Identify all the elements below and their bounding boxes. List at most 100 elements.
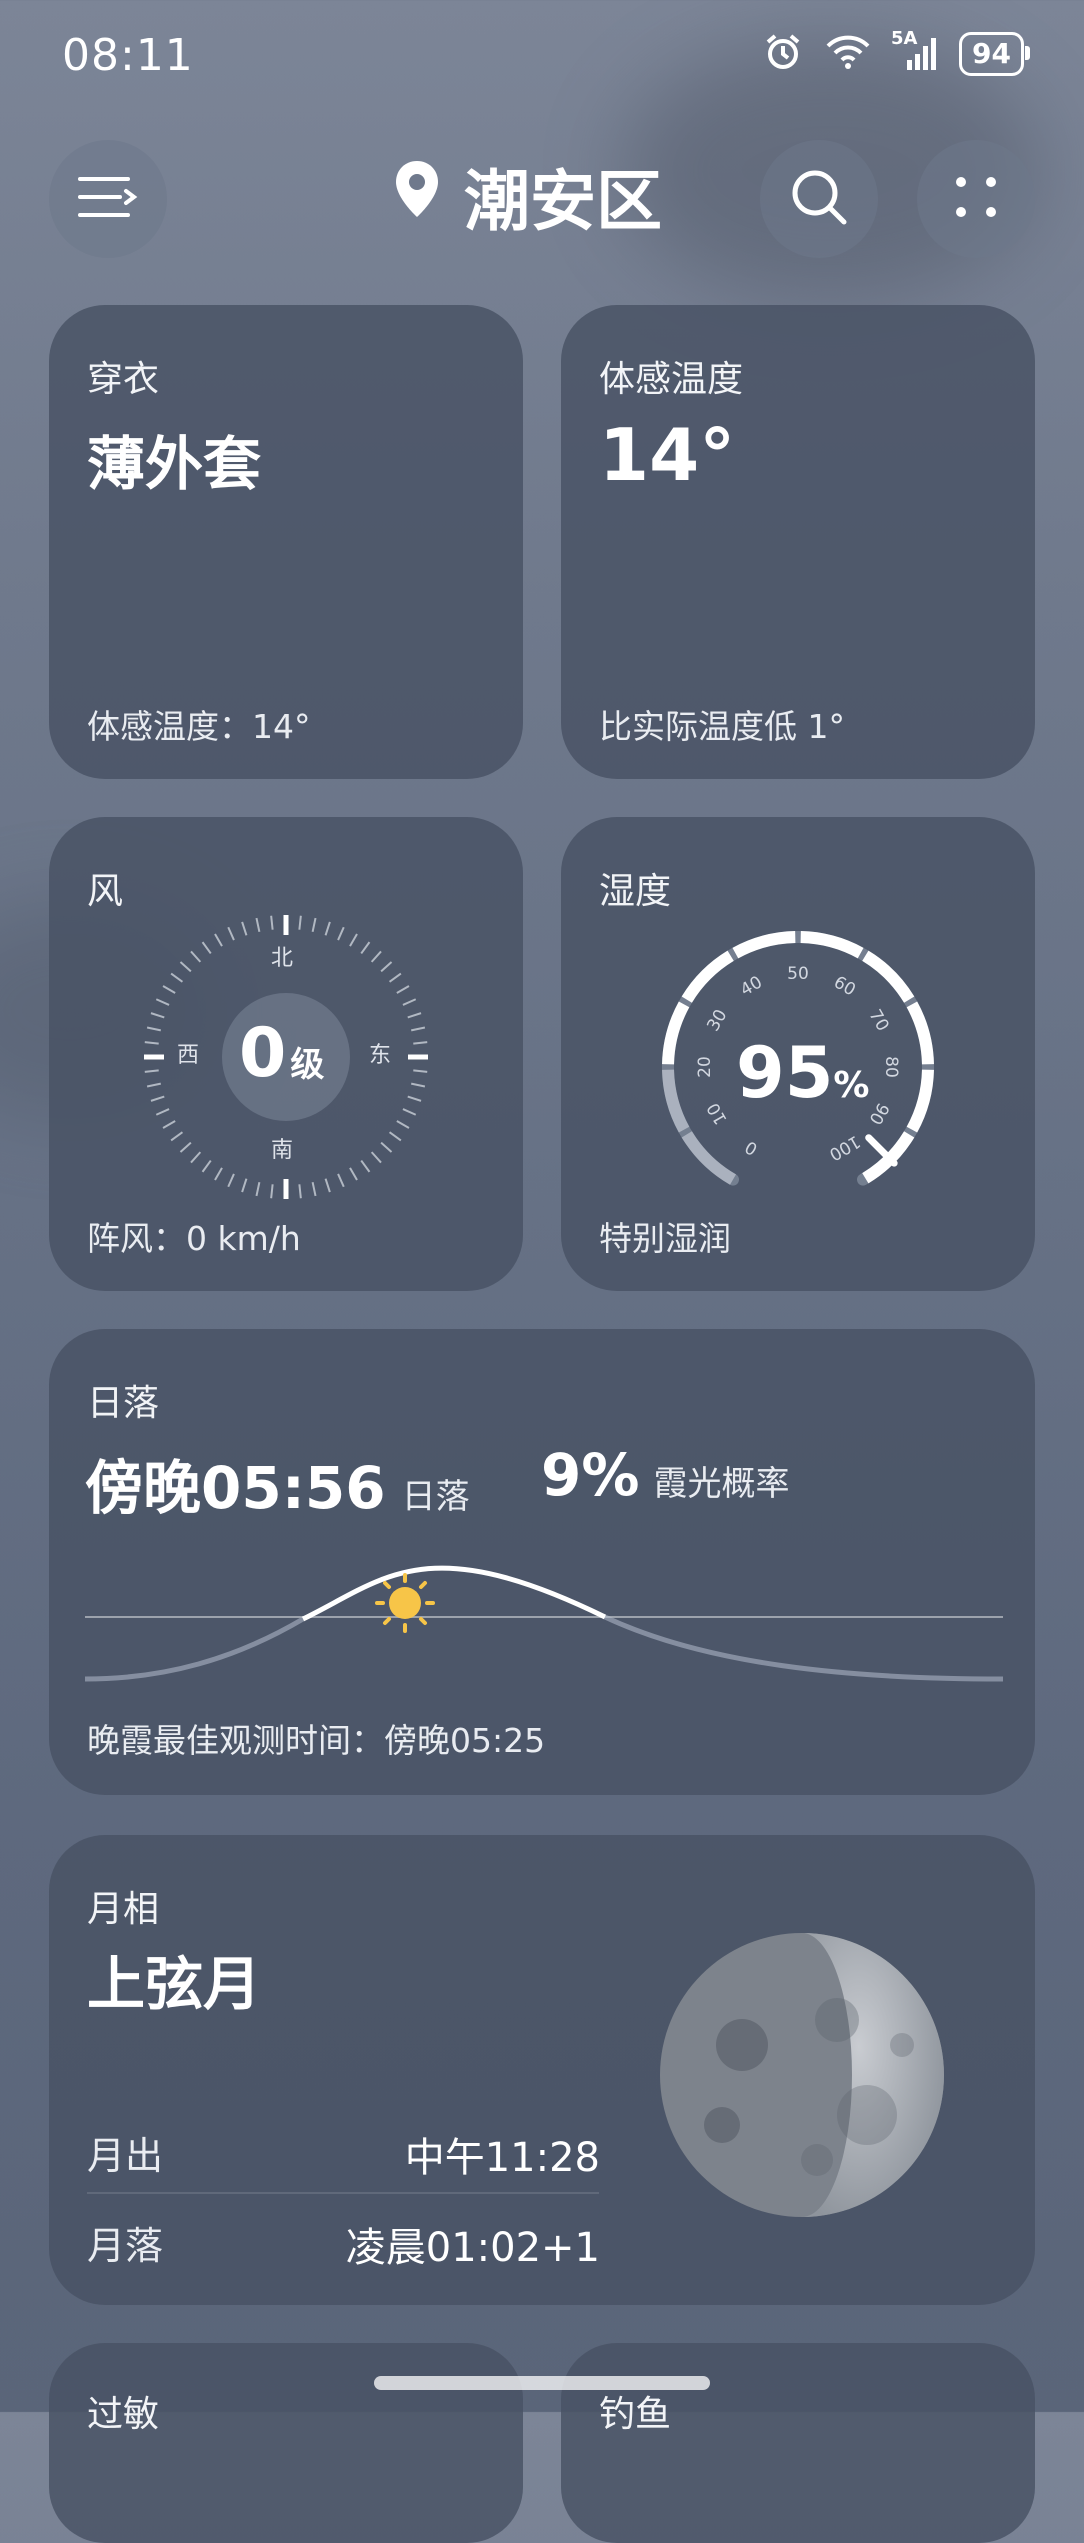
clothing-sub: 体感温度：14° (87, 700, 311, 748)
location-pin-icon (392, 158, 442, 235)
humidity-segment (662, 1069, 690, 1133)
humidity-segment (862, 950, 915, 1003)
sun-path-day (301, 1565, 607, 1622)
humidity-tick-label: 80 (881, 1056, 901, 1078)
sun-path-chart (85, 1565, 1004, 1682)
compass-tick (413, 1069, 428, 1073)
glow-probability: 9% (541, 1441, 640, 1509)
compass-tick (396, 985, 410, 994)
moonrise-time: 中午11:28 (404, 2135, 600, 2181)
humidity-tick-label: 20 (695, 1056, 715, 1078)
wind-level-value: 0 (239, 1014, 287, 1093)
compass-tick (270, 1184, 274, 1199)
moonset-time: 凌晨01:02+1 (345, 2225, 600, 2271)
compass-tick (150, 1012, 165, 1019)
humidity-segment (800, 931, 864, 959)
home-indicator[interactable] (374, 2376, 710, 2390)
humidity-unit: % (833, 1065, 870, 1106)
compass-tick (410, 1026, 426, 1032)
compass-tick (349, 933, 358, 947)
sunset-time-label: 日落 (401, 1477, 470, 1517)
compass-tick (270, 915, 274, 930)
compass-tick (360, 941, 371, 955)
compass-tick (407, 1012, 422, 1019)
compass-tick (201, 941, 212, 955)
battery-indicator: 94 (959, 32, 1030, 76)
compass-tick (324, 921, 331, 936)
humidity-card[interactable]: 湿度 0 10 20 30 40 50 60 70 80 90 100 95 % 特别湿润 (561, 817, 1035, 1291)
compass-tick (388, 972, 402, 983)
compass-tick (162, 985, 176, 994)
search-button[interactable] (760, 140, 878, 258)
sunset-time-group: 傍晚05:56 日落 (85, 1441, 470, 1525)
wind-dir-south: 南 (271, 1138, 294, 1163)
compass-tick (337, 926, 345, 941)
humidity-tick-label: 100 (825, 1131, 863, 1165)
clothing-title: 穿衣 (87, 359, 160, 400)
moonrise-label: 月出 (87, 2134, 164, 2178)
allergy-card[interactable]: 过敏 (49, 2343, 523, 2543)
humidity-tick-label: 50 (787, 964, 809, 984)
humidity-tick-label: 70 (864, 1006, 892, 1035)
clothing-sub-value: 14° (252, 707, 311, 746)
compass-tick (201, 1159, 212, 1173)
compass-tick (311, 1181, 317, 1197)
compass-tick (298, 915, 302, 930)
compass-tick (388, 1131, 402, 1142)
wind-card[interactable]: 风 北 南 西 东 0 级 阵风：0 km/h (49, 817, 523, 1291)
compass-tick (311, 917, 317, 933)
wind-title: 风 (87, 871, 124, 912)
best-glow-time: 晚霞最佳观测时间：傍晚05:25 (87, 1721, 546, 1760)
more-button[interactable] (917, 140, 1035, 258)
moon-divider (87, 2192, 599, 2194)
compass-tick (179, 1141, 192, 1153)
status-bar: 08:11 5A 94 (0, 0, 1084, 110)
sunset-card[interactable]: 日落 傍晚05:56 日落 9% 霞光概率 晚霞最佳观测时间：傍晚05:25 (49, 1329, 1035, 1795)
compass-tick (214, 933, 223, 947)
clothing-sub-label: 体感温度： (87, 707, 252, 746)
wind-dir-west: 西 (177, 1043, 200, 1068)
menu-icon (78, 175, 138, 223)
compass-tick (155, 1108, 170, 1116)
compass-tick (144, 1069, 159, 1073)
status-icons: 5A 94 (763, 28, 1030, 76)
compass-tick (146, 1026, 162, 1032)
search-icon (788, 166, 850, 232)
clothing-card[interactable]: 穿衣 薄外套 体感温度：14° (49, 305, 523, 779)
compass-tick (337, 1173, 345, 1188)
humidity-segment (906, 1069, 934, 1133)
moon-phase: 上弦月 (87, 1950, 262, 2018)
compass-tick (370, 1151, 382, 1164)
sun-icon (375, 1573, 435, 1633)
wind-level: 0 级 (239, 1014, 324, 1093)
compass-tick (241, 1178, 248, 1193)
feels-like-card[interactable]: 体感温度 14° 比实际温度低 1° (561, 305, 1035, 779)
compass-tick (410, 1082, 426, 1088)
sunset-title: 日落 (87, 1383, 160, 1424)
wind-dir-east: 东 (369, 1043, 392, 1068)
humidity-segment (906, 1001, 934, 1065)
fishing-title: 钓鱼 (599, 2394, 672, 2435)
compass-tick (190, 950, 202, 963)
compass-tick (255, 1181, 261, 1197)
compass-tick (370, 950, 382, 963)
moon-image (660, 1933, 944, 2217)
fishing-card[interactable]: 钓鱼 (561, 2343, 1035, 2543)
moon-card[interactable]: 月相 上弦月 月出 中午11:28 月落 凌晨01:02+1 (49, 1835, 1035, 2305)
compass-tick (162, 1120, 176, 1129)
sun-path-night-left (85, 1616, 305, 1682)
compass-tick (380, 1141, 393, 1153)
compass-tick (190, 1151, 202, 1164)
compass-tick (227, 926, 235, 941)
compass-tick (402, 1108, 417, 1116)
menu-button[interactable] (49, 140, 167, 258)
compass-tick (413, 1041, 428, 1045)
humidity-desc: 特别湿润 (599, 1219, 731, 1258)
sun-path-night-right (603, 1614, 1004, 1682)
wind-dir-north: 北 (271, 946, 294, 971)
top-bar: 潮安区 (0, 140, 1084, 260)
location-title[interactable]: 潮安区 (392, 148, 662, 244)
compass-tick (407, 1095, 422, 1102)
feels-like-title: 体感温度 (599, 359, 744, 400)
allergy-title: 过敏 (87, 2394, 160, 2435)
